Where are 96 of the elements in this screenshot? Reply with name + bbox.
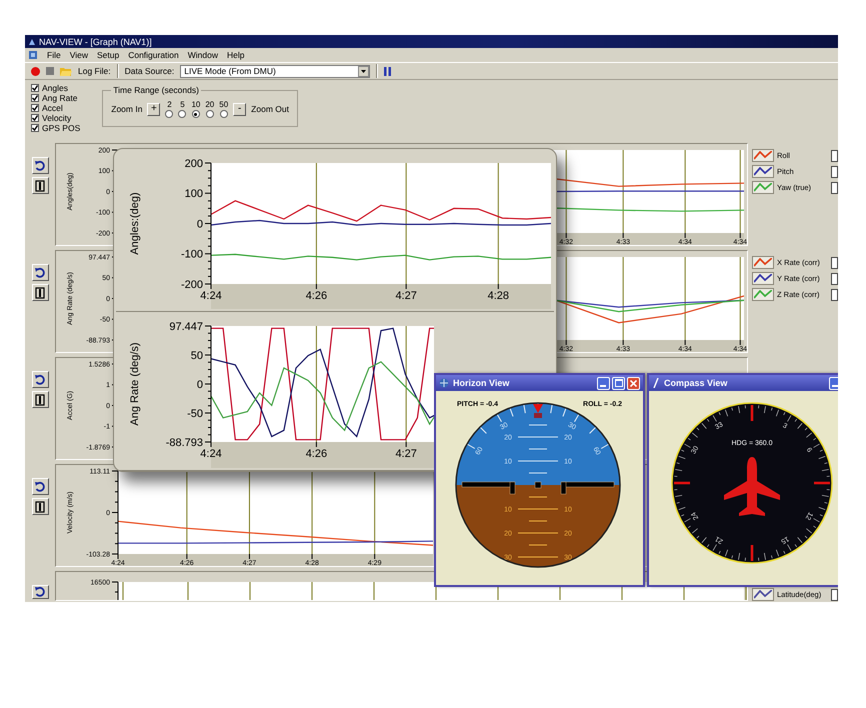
menu-item[interactable]: Configuration [128,50,179,60]
y-tick-label: 200 [184,158,203,170]
data-source-dropdown[interactable]: LIVE Mode (From DMU) [180,64,370,78]
checkbox[interactable] [31,104,39,112]
zoom-in-label: Zoom In [111,104,142,114]
window-title: NAV-VIEW - [Graph (NAV1)] [39,36,152,46]
reset-button[interactable] [32,371,48,388]
zoom-out-label: Zoom Out [251,104,289,114]
hold-button[interactable] [32,284,48,301]
record-icon[interactable] [31,66,40,76]
radio-label: 5 [180,100,185,109]
maximize-button[interactable] [612,376,625,390]
x-tick-label: 4:28 [488,290,509,302]
bracket-bar-icon [35,286,45,298]
window-title: Horizon View [453,378,510,388]
bracket-bar-icon [35,180,45,192]
log-file-label: Log File: [78,66,111,76]
airplane-icon [724,457,780,516]
checkbox-label: Velocity [42,113,72,123]
menu-item[interactable]: Setup [96,50,120,60]
globe-icon [439,378,449,388]
undo-icon [34,160,46,172]
radio-button[interactable] [178,110,186,118]
checkbox[interactable] [31,114,39,122]
checkbox-label: GPS POS [42,123,80,133]
checkbox[interactable] [31,94,39,102]
reset-button[interactable] [32,264,48,281]
menu-item[interactable]: View [70,50,88,60]
document-icon [28,50,38,60]
roll-pointer-icon [533,404,543,418]
y-axis-title: Ang Rate (deg/s) [129,342,141,426]
undo-icon [34,586,46,598]
checkbox[interactable] [831,150,838,162]
radio-button[interactable] [192,110,200,118]
checkbox[interactable] [31,124,39,132]
reset-button[interactable] [32,478,48,495]
undo-icon [34,374,46,386]
checkbox-label: Angles [42,83,68,93]
zoom-in-button[interactable]: + [147,102,160,116]
x-tick-label: 4:24 [200,290,222,302]
radio-label: 50 [219,100,228,109]
y-tick-label: -100 [180,248,203,261]
menu-item[interactable]: File [47,50,61,60]
menu-item[interactable]: Window [188,50,218,60]
checkbox[interactable] [831,272,838,284]
x-tick-label: 4:27 [395,290,417,302]
aircraft-symbol-icon [462,482,614,494]
undo-icon [34,266,46,278]
hold-button[interactable] [32,391,48,408]
checkbox[interactable] [831,288,838,300]
bracket-bar-icon [35,394,45,406]
x-tick-label: 4:27 [395,448,417,460]
radio-label: 10 [191,100,200,109]
radio-button[interactable] [165,110,174,118]
y-tick-label: 97.447 [169,320,203,333]
app-icon [28,38,36,46]
bracket-bar-icon [35,500,45,512]
data-source-label: Data Source: [124,66,174,76]
y-axis [112,582,118,600]
checkbox-label: Accel [42,103,63,113]
radio-label: 20 [205,100,214,109]
checkbox[interactable] [831,256,838,268]
radio-button[interactable] [206,110,214,118]
checkbox[interactable] [831,166,838,178]
undo-icon [34,480,46,492]
pause-icon[interactable] [384,66,392,76]
checkbox[interactable] [831,588,838,600]
close-icon [630,380,637,386]
y-tick-label: -88.793 [166,436,203,449]
hold-button[interactable] [32,498,48,515]
radio-label: 2 [167,100,172,109]
y-tick-label: -200 [180,278,203,291]
radio-button[interactable] [220,110,228,118]
checkbox[interactable] [31,84,39,92]
caret-icon [358,66,370,76]
maximize-icon [614,379,622,387]
minimize-button[interactable] [597,376,610,390]
reset-button[interactable] [32,585,48,599]
y-tick-label: 100 [184,188,203,200]
reset-button[interactable] [32,157,48,174]
group-title: Time Range (seconds) [112,85,200,95]
close-button[interactable] [627,376,640,390]
y-tick-label: 0 [196,378,203,391]
y-axis-title: Angles:(deg) [129,192,141,255]
x-tick-label: 4:26 [306,448,328,460]
y-tick-label: 0 [196,218,203,230]
window-title: Compass View [664,378,728,388]
hold-button[interactable] [32,177,48,194]
menu-item[interactable]: Help [227,50,244,60]
y-tick-label: 50 [190,350,203,362]
x-tick-label: 4:24 [200,448,222,460]
zoom-out-button[interactable]: - [233,102,246,116]
x-tick-label: 4:26 [306,290,328,302]
checkbox-label: Ang Rate [42,93,78,103]
y-tick-label: -50 [187,408,203,420]
checkbox[interactable] [831,182,838,194]
